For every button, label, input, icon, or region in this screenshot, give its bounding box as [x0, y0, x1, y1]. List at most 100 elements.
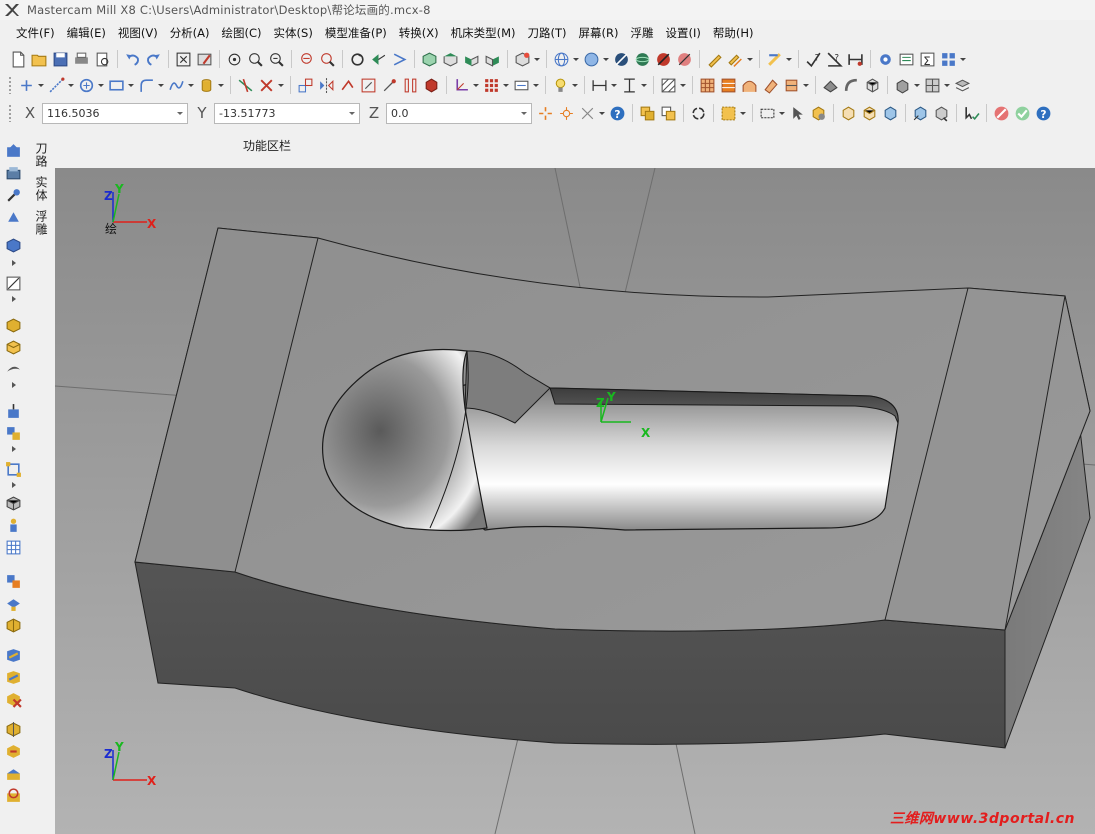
z-coordinate-input[interactable]: 0.0 — [386, 102, 532, 124]
regenerate-icon[interactable] — [689, 104, 708, 123]
tab-art[interactable]: 浮雕 — [30, 206, 50, 240]
ribbon-grip[interactable] — [8, 104, 12, 122]
toolbar-grip[interactable] — [8, 76, 12, 94]
light-bulb-icon[interactable] — [551, 76, 570, 95]
drafting-angle-icon[interactable] — [4, 274, 22, 292]
window-select-dropdown[interactable] — [778, 104, 785, 123]
solid-history-icon[interactable] — [4, 742, 22, 760]
layers-dropdown[interactable] — [943, 76, 950, 95]
right-view-icon[interactable] — [483, 50, 502, 69]
view-manager-icon[interactable] — [513, 50, 532, 69]
open-file-icon[interactable] — [30, 50, 49, 69]
shell-solid-icon[interactable] — [4, 616, 22, 634]
delete-solid-icon[interactable] — [4, 690, 22, 708]
surface-dropdown[interactable] — [802, 76, 809, 95]
create-point-icon[interactable] — [17, 76, 36, 95]
menu-analyze[interactable]: 分析(A) — [164, 22, 216, 44]
previous-view-icon[interactable] — [369, 50, 388, 69]
analyze-distance-icon[interactable] — [846, 50, 865, 69]
zoom-target-icon[interactable] — [225, 50, 244, 69]
bounding-box-icon[interactable] — [4, 460, 22, 478]
spline-dropdown[interactable] — [187, 76, 194, 95]
person-figure-icon[interactable] — [4, 516, 22, 534]
print-preview-icon[interactable] — [93, 50, 112, 69]
drafting-dropdown[interactable] — [532, 76, 539, 95]
box-primitive-icon[interactable] — [4, 316, 22, 334]
menu-xform[interactable]: 转换(X) — [393, 22, 445, 44]
cplane-dropdown[interactable] — [472, 76, 479, 95]
y-coordinate-dropdown-icon[interactable] — [349, 111, 355, 115]
wireframe-globe-icon[interactable] — [552, 50, 571, 69]
menu-edit[interactable]: 编辑(E) — [61, 22, 112, 44]
help-info-icon[interactable]: ? — [1034, 104, 1053, 123]
xform-mirror-icon[interactable] — [317, 76, 336, 95]
split-solid-icon[interactable] — [4, 720, 22, 738]
print-icon[interactable] — [72, 50, 91, 69]
drafting-dimension-icon[interactable] — [512, 76, 531, 95]
menu-art[interactable]: 浮雕 — [624, 22, 659, 44]
xform-rotate-icon[interactable] — [338, 76, 357, 95]
pointer-select-icon[interactable] — [788, 104, 807, 123]
expand-arrow-icon[interactable] — [12, 482, 16, 488]
dimension-dropdown[interactable] — [610, 76, 617, 95]
grid-layout-icon[interactable] — [939, 50, 958, 69]
solid-revolve-icon[interactable] — [842, 76, 861, 95]
hatch-icon[interactable] — [659, 76, 678, 95]
menu-help[interactable]: 帮助(H) — [707, 22, 760, 44]
wireframe-dropdown[interactable] — [572, 50, 579, 69]
xform-translate-icon[interactable] — [296, 76, 315, 95]
hatch-dropdown[interactable] — [679, 76, 686, 95]
save-icon[interactable] — [51, 50, 70, 69]
solid-stack-icon[interactable] — [953, 76, 972, 95]
graphics-viewport[interactable]: X Y Z 绘 X Y Z X Y Z 三维网www.3dportal.cn — [55, 168, 1095, 834]
array-dropdown[interactable] — [502, 76, 509, 95]
unzoom-icon[interactable] — [297, 50, 316, 69]
dimension-horizontal-icon[interactable] — [590, 76, 609, 95]
y-coordinate-input[interactable]: -13.51773 — [214, 102, 360, 124]
shaded-green-icon[interactable] — [633, 50, 652, 69]
operation-manager-icon[interactable] — [4, 208, 22, 226]
solid-dropdown[interactable] — [913, 76, 920, 95]
autocursor-settings-icon[interactable] — [536, 104, 555, 123]
solid-layers-icon[interactable] — [923, 76, 942, 95]
surface-fence-icon[interactable] — [782, 76, 801, 95]
menu-view[interactable]: 视图(V) — [112, 22, 164, 44]
blade-icon[interactable] — [4, 360, 22, 378]
surface-lines-icon[interactable] — [719, 76, 738, 95]
dimension-v-dropdown[interactable] — [640, 76, 647, 95]
translucent-icon[interactable] — [675, 50, 694, 69]
xform-parallel-icon[interactable] — [401, 76, 420, 95]
menu-solids[interactable]: 实体(S) — [268, 22, 319, 44]
xform-solid-icon[interactable] — [422, 76, 441, 95]
x-coordinate-input[interactable]: 116.5036 — [42, 102, 188, 124]
surface-grid-icon[interactable] — [698, 76, 717, 95]
circle-dropdown[interactable] — [97, 76, 104, 95]
zoom-selected-icon[interactable] — [267, 50, 286, 69]
layered-blocks-icon[interactable] — [4, 572, 22, 590]
array-grid-icon[interactable] — [482, 76, 501, 95]
toolpath-operations-icon[interactable] — [4, 142, 22, 160]
select-chain-icon[interactable] — [638, 104, 657, 123]
menu-toolpaths[interactable]: 刀路(T) — [522, 22, 573, 44]
expand-arrow-icon[interactable] — [12, 296, 16, 302]
menu-settings[interactable]: 设置(I) — [659, 22, 706, 44]
book-yellow-icon[interactable] — [4, 668, 22, 686]
book-solid-icon[interactable] — [4, 646, 22, 664]
solid-sweep-icon[interactable] — [863, 76, 882, 95]
x-coordinate-dropdown-icon[interactable] — [177, 111, 183, 115]
menu-machine-type[interactable]: 机床类型(M) — [445, 22, 522, 44]
trim-icon[interactable] — [236, 76, 255, 95]
shading-dropdown[interactable] — [602, 50, 609, 69]
pencil-icon[interactable] — [705, 50, 724, 69]
cube-stack-icon[interactable] — [4, 424, 22, 442]
fast-point-icon[interactable] — [557, 104, 576, 123]
select-solid-icon[interactable] — [809, 104, 828, 123]
solid-block-icon[interactable] — [4, 236, 22, 254]
verify-selection-icon[interactable] — [932, 104, 951, 123]
snap-dropdown[interactable] — [598, 104, 605, 123]
analyze-entity-icon[interactable]: ? — [804, 50, 823, 69]
dynamic-rotate-icon[interactable] — [348, 50, 367, 69]
menu-file[interactable]: 文件(F) — [10, 22, 61, 44]
top-view-icon[interactable] — [441, 50, 460, 69]
help-question-icon[interactable]: ? — [608, 104, 627, 123]
